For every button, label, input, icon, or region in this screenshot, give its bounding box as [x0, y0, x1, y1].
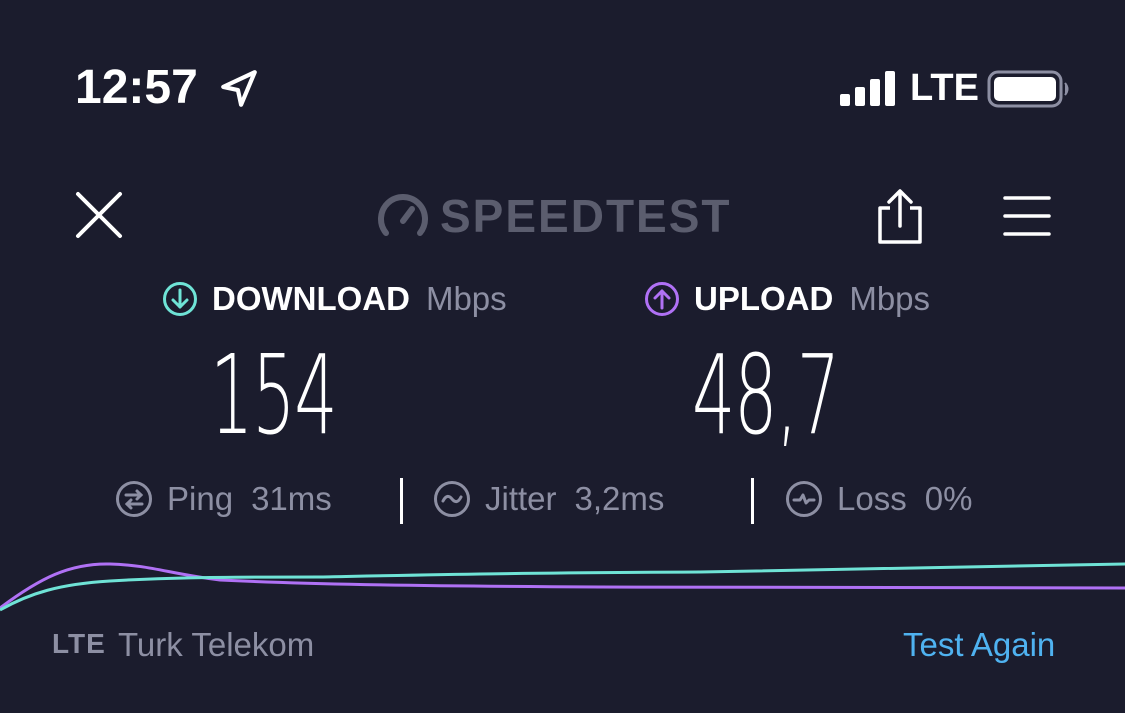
download-label: DOWNLOAD — [212, 280, 410, 317]
loss-icon — [786, 481, 822, 517]
upload-speed-line — [0, 562, 1125, 610]
speed-graph — [0, 562, 1125, 612]
jitter-stat: Jitter 3,2ms — [433, 480, 664, 518]
ping-value: 31ms — [251, 480, 332, 517]
upload-unit: Mbps — [849, 280, 931, 317]
loss-label: Loss — [837, 480, 907, 517]
close-icon[interactable] — [74, 190, 124, 240]
upload-value: 48,7 — [692, 331, 840, 459]
stats-divider — [400, 478, 403, 524]
battery-icon — [987, 70, 1069, 108]
brand-name: SPEEDTEST — [440, 190, 732, 242]
upload-label: UPLOAD — [694, 280, 834, 317]
download-heading: DOWNLOAD Mbps — [162, 280, 507, 318]
speedtest-logo: SPEEDTEST — [376, 189, 732, 243]
ping-stat: Ping 31ms — [115, 480, 332, 518]
hamburger-menu-icon[interactable] — [1003, 192, 1051, 240]
ping-label: Ping — [167, 480, 234, 517]
jitter-value: 3,2ms — [574, 480, 665, 517]
location-arrow-icon — [221, 70, 257, 107]
provider-name: Turk Telekom — [118, 626, 315, 663]
ping-icon — [116, 481, 152, 517]
upload-arrow-icon — [645, 282, 679, 316]
loss-stat: Loss 0% — [785, 480, 972, 518]
status-time: 12:57 — [75, 61, 198, 114]
network-type: LTE — [52, 628, 106, 659]
stats-divider — [751, 478, 754, 524]
status-carrier: LTE — [910, 67, 979, 109]
download-arrow-icon — [163, 282, 197, 316]
jitter-label: Jitter — [485, 480, 557, 517]
cellular-signal-icon — [840, 71, 895, 106]
loss-value: 0% — [924, 480, 973, 517]
speedometer-icon — [378, 194, 428, 236]
test-again-button[interactable]: Test Again — [903, 626, 1055, 664]
upload-heading: UPLOAD Mbps — [644, 280, 930, 318]
share-icon[interactable] — [874, 188, 926, 246]
download-value: 154 — [210, 331, 338, 459]
download-unit: Mbps — [425, 280, 507, 317]
jitter-icon — [434, 481, 470, 517]
